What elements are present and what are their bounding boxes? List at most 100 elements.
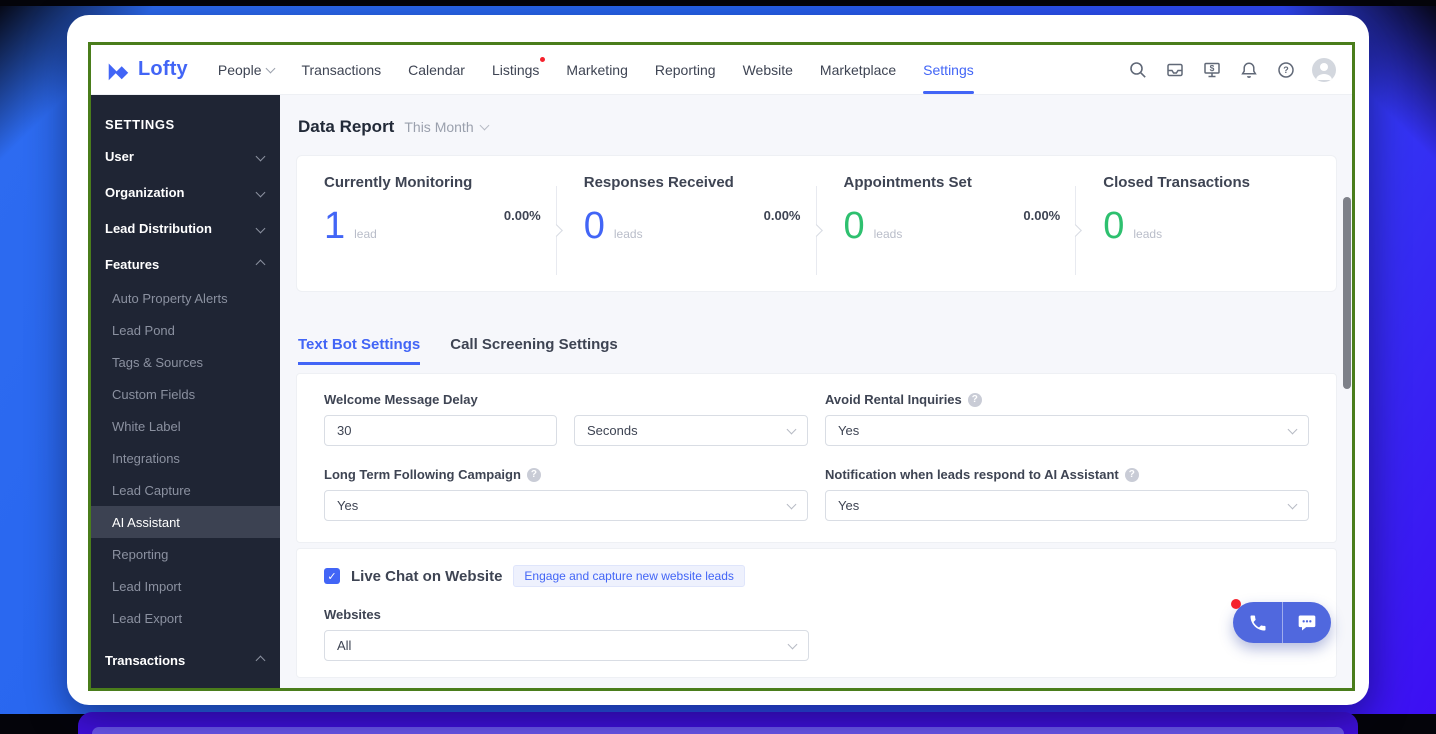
report-period-value: This Month — [404, 119, 474, 135]
conversion-rate: 0.00% — [503, 208, 541, 223]
sidebar-item-lead-export[interactable]: Lead Export — [91, 602, 280, 634]
sidebar-item-lead-import[interactable]: Lead Import — [91, 570, 280, 602]
notification-label: Notification when leads respond to AI As… — [825, 467, 1309, 482]
avoid-rental-select[interactable]: Yes — [825, 415, 1309, 446]
metric-currently-monitoring: Currently Monitoring 1 lead 0.00% — [297, 156, 563, 291]
form-column-right: Avoid Rental Inquiries ? Yes Notificatio… — [825, 392, 1309, 521]
svg-text:?: ? — [1283, 65, 1289, 75]
nav-label: Marketplace — [819, 61, 897, 78]
form-column-left: Welcome Message Delay 30 Seconds Long Te… — [324, 392, 808, 521]
nav-item-marketplace[interactable]: Marketplace — [820, 45, 896, 94]
nav-utility-icons: $ ? — [1127, 57, 1336, 82]
sidebar-group-label: User — [105, 148, 134, 164]
search-icon[interactable] — [1127, 59, 1149, 81]
nav-item-settings[interactable]: Settings — [923, 45, 974, 94]
notification-dot — [1231, 599, 1241, 609]
live-chat-checkbox[interactable]: ✓ — [324, 568, 340, 584]
phone-icon — [1250, 615, 1265, 630]
sidebar-group-label: Organization — [105, 184, 185, 200]
help-tooltip-icon[interactable]: ? — [526, 467, 541, 482]
background-window-edge-inner — [92, 727, 1344, 734]
metric-unit: leads — [873, 227, 903, 241]
chevron-down-icon — [255, 187, 266, 197]
websites-select[interactable]: All — [324, 630, 809, 661]
billing-screen-icon[interactable]: $ — [1201, 59, 1223, 81]
notification-select[interactable]: Yes — [825, 490, 1309, 521]
svg-text:$: $ — [1210, 63, 1215, 73]
field-label-text: Avoid Rental Inquiries — [825, 392, 962, 407]
text-bot-settings-panel: Welcome Message Delay 30 Seconds Long Te… — [296, 373, 1337, 543]
metric-label: Responses Received — [583, 174, 734, 191]
websites-label: Websites — [324, 607, 1309, 622]
avoid-rental-label: Avoid Rental Inquiries ? — [825, 392, 1309, 407]
nav-label: Website — [742, 61, 793, 78]
live-chat-badge: Engage and capture new website leads — [513, 565, 745, 587]
report-period-dropdown[interactable]: This Month — [404, 119, 490, 135]
sidebar-item-reporting[interactable]: Reporting — [91, 538, 280, 570]
chat-icon — [1298, 615, 1316, 630]
inbox-icon[interactable] — [1164, 59, 1186, 81]
nav-item-people[interactable]: People — [218, 45, 276, 94]
scrollbar-thumb[interactable] — [1343, 197, 1351, 389]
chat-button[interactable] — [1282, 602, 1331, 643]
sidebar-item-ai-assistant[interactable]: AI Assistant — [91, 506, 280, 538]
user-avatar[interactable] — [1312, 57, 1336, 82]
sidebar-item-lead-pond[interactable]: Lead Pond — [91, 314, 280, 346]
sidebar-group-label: Transactions — [105, 652, 186, 668]
settings-sidebar: SETTINGS User Organization Lead Distribu… — [91, 95, 280, 688]
nav-label: Marketing — [566, 61, 628, 78]
welcome-delay-input[interactable]: 30 — [324, 415, 557, 446]
live-chat-label: Live Chat on Website — [351, 567, 503, 585]
tab-text-bot-settings[interactable]: Text Bot Settings — [298, 336, 421, 365]
delay-unit-select[interactable]: Seconds — [574, 415, 808, 446]
metric-value: 0 — [1103, 205, 1125, 247]
sidebar-group-transactions[interactable]: Transactions — [91, 642, 280, 678]
metric-value: 0 — [583, 205, 605, 247]
help-tooltip-icon[interactable]: ? — [1124, 467, 1139, 482]
nav-item-transactions[interactable]: Transactions — [301, 45, 381, 94]
nav-item-marketing[interactable]: Marketing — [566, 45, 627, 94]
long-term-campaign-select[interactable]: Yes — [324, 490, 808, 521]
screenshot-stage: Lofty People Transactions Calendar Listi… — [0, 0, 1436, 734]
sidebar-group-organization[interactable]: Organization — [91, 174, 280, 210]
sidebar-item-lead-capture[interactable]: Lead Capture — [91, 474, 280, 506]
nav-item-listings[interactable]: Listings — [492, 45, 546, 94]
chevron-down-icon — [786, 499, 797, 509]
nav-label: Calendar — [408, 61, 465, 78]
metric-unit: lead — [354, 227, 377, 241]
nav-label: Reporting — [654, 61, 716, 78]
lofty-logo-text: Lofty — [138, 58, 188, 80]
sidebar-item-white-label[interactable]: White Label — [91, 410, 280, 442]
select-value: Seconds — [587, 423, 638, 438]
metric-unit: leads — [1133, 227, 1163, 241]
chevron-down-icon — [1287, 499, 1298, 509]
help-tooltip-icon[interactable]: ? — [967, 392, 982, 407]
sidebar-item-integrations[interactable]: Integrations — [91, 442, 280, 474]
sidebar-item-tags-sources[interactable]: Tags & Sources — [91, 346, 280, 378]
chevron-up-icon — [255, 259, 266, 269]
sidebar-group-label: Lead Distribution — [105, 220, 212, 236]
field-label-text: Notification when leads respond to AI As… — [825, 467, 1119, 482]
nav-item-calendar[interactable]: Calendar — [408, 45, 465, 94]
data-report-card: Currently Monitoring 1 lead 0.00% Respon… — [296, 155, 1337, 292]
help-icon[interactable]: ? — [1275, 59, 1297, 81]
sidebar-item-custom-fields[interactable]: Custom Fields — [91, 378, 280, 410]
chevron-down-icon — [266, 63, 276, 73]
sidebar-group-lead-distribution[interactable]: Lead Distribution — [91, 210, 280, 246]
nav-item-reporting[interactable]: Reporting — [655, 45, 716, 94]
phone-button[interactable] — [1233, 602, 1282, 643]
select-value: All — [337, 638, 352, 653]
live-chat-panel: ✓ Live Chat on Website Engage and captur… — [296, 548, 1337, 678]
notifications-bell-icon[interactable] — [1238, 59, 1260, 81]
lofty-logo[interactable]: Lofty — [105, 57, 188, 83]
nav-item-website[interactable]: Website — [743, 45, 793, 94]
sidebar-group-features[interactable]: Features — [91, 246, 280, 282]
primary-nav: People Transactions Calendar Listings Ma… — [218, 45, 974, 94]
select-value: Yes — [838, 498, 860, 513]
lofty-app: Lofty People Transactions Calendar Listi… — [88, 42, 1355, 691]
chevron-down-icon — [479, 120, 490, 131]
tab-call-screening-settings[interactable]: Call Screening Settings — [450, 336, 618, 365]
sidebar-group-user[interactable]: User — [91, 138, 280, 174]
sidebar-item-auto-property-alerts[interactable]: Auto Property Alerts — [91, 282, 280, 314]
field-label-text: Welcome Message Delay — [324, 392, 478, 407]
